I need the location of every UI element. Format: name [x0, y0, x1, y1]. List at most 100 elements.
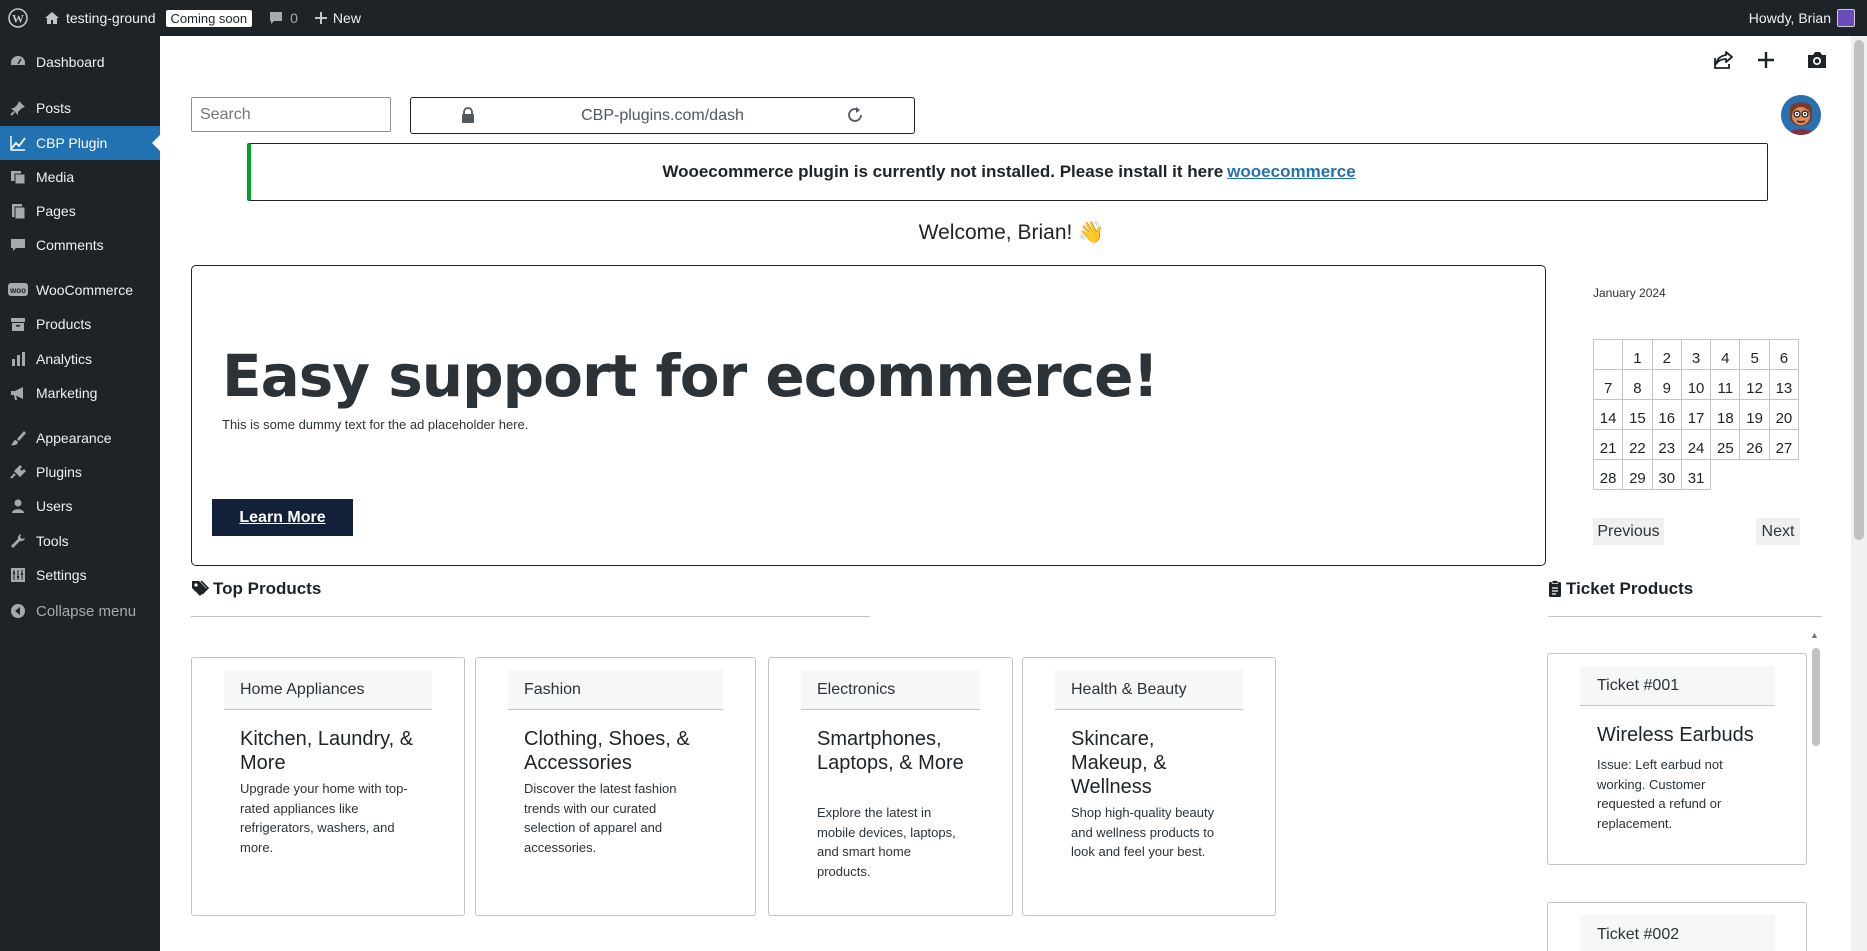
- calendar-day[interactable]: 16: [1651, 399, 1682, 430]
- sidebar-item-posts[interactable]: Posts: [0, 91, 160, 125]
- admin-bar: W testing-ground Coming soon 0 New Howdy…: [0, 0, 1867, 36]
- calendar-day[interactable]: 20: [1768, 399, 1800, 430]
- site-name-link[interactable]: testing-ground Coming soon: [36, 0, 260, 36]
- product-card[interactable]: Electronics Smartphones, Laptops, & More…: [768, 657, 1013, 916]
- pin-icon: [0, 99, 36, 117]
- calendar-day[interactable]: 21: [1592, 429, 1624, 460]
- woocommerce-install-link[interactable]: wooecommerce: [1227, 162, 1356, 182]
- calendar-day[interactable]: 18: [1710, 399, 1741, 430]
- wordpress-logo-icon[interactable]: W: [0, 0, 36, 36]
- page-scrollbar[interactable]: [1854, 40, 1864, 540]
- wrench-icon: [0, 532, 36, 550]
- new-content-link[interactable]: New: [306, 0, 369, 36]
- sidebar-item-woocommerce[interactable]: woo WooCommerce: [0, 273, 160, 307]
- calendar-day[interactable]: 7: [1592, 369, 1624, 400]
- ad-banner: Easy support for ecommerce! This is some…: [191, 265, 1546, 566]
- calendar-day[interactable]: 23: [1651, 429, 1682, 460]
- user-icon: [0, 497, 36, 515]
- scroll-up-arrow-icon[interactable]: ▲: [1810, 630, 1819, 640]
- ticket-list-scrollbar[interactable]: [1812, 648, 1820, 746]
- calendar-day[interactable]: 24: [1680, 429, 1712, 460]
- sidebar-item-tools[interactable]: Tools: [0, 524, 160, 558]
- calendar-day[interactable]: 13: [1768, 369, 1800, 400]
- sidebar-item-cbp-plugin[interactable]: CBP Plugin: [0, 126, 160, 160]
- calendar-day[interactable]: 12: [1739, 369, 1770, 400]
- calendar-day: [1592, 339, 1624, 370]
- collapse-icon: [0, 602, 36, 620]
- sidebar-item-media[interactable]: Media: [0, 160, 160, 194]
- divider: [191, 616, 870, 617]
- product-card[interactable]: Fashion Clothing, Shoes, & Accessories D…: [475, 657, 756, 916]
- url-bar[interactable]: CBP-plugins.com/dash: [410, 97, 915, 134]
- calendar-day[interactable]: 28: [1592, 459, 1624, 490]
- sidebar-item-appearance[interactable]: Appearance: [0, 421, 160, 455]
- sidebar-item-settings[interactable]: Settings: [0, 558, 160, 592]
- sidebar-item-dashboard[interactable]: Dashboard: [0, 45, 160, 79]
- product-description: Upgrade your home with top-rated applian…: [240, 781, 408, 855]
- calendar-day[interactable]: 9: [1651, 369, 1682, 400]
- calendar-day[interactable]: 27: [1768, 429, 1800, 460]
- avatar: [1837, 9, 1855, 27]
- svg-text:W: W: [12, 12, 24, 26]
- svg-text:woo: woo: [9, 286, 26, 295]
- ticket-card[interactable]: Ticket #001 Wireless Earbuds Issue: Left…: [1547, 653, 1807, 865]
- add-icon[interactable]: [1752, 46, 1780, 74]
- sidebar-item-label: Products: [36, 316, 92, 332]
- dashboard-icon: [0, 53, 36, 71]
- home-icon: [44, 10, 60, 26]
- ticket-description: Issue: Left earbud not working. Customer…: [1597, 757, 1723, 831]
- calendar-day: [1740, 460, 1769, 490]
- share-icon[interactable]: [1709, 46, 1737, 74]
- sidebar-item-pages[interactable]: Pages: [0, 194, 160, 228]
- calendar-day[interactable]: 5: [1739, 339, 1770, 370]
- camera-icon[interactable]: [1803, 46, 1831, 74]
- new-label: New: [332, 10, 361, 26]
- sidebar-item-comments[interactable]: Comments: [0, 228, 160, 262]
- calendar-day[interactable]: 26: [1739, 429, 1770, 460]
- sidebar-item-plugins[interactable]: Plugins: [0, 455, 160, 489]
- calendar-next-button[interactable]: Next: [1756, 518, 1800, 545]
- calendar-day[interactable]: 31: [1680, 459, 1712, 490]
- calendar-previous-button[interactable]: Previous: [1593, 518, 1664, 545]
- calendar-day[interactable]: 25: [1710, 429, 1741, 460]
- calendar-day[interactable]: 29: [1622, 459, 1653, 490]
- product-card[interactable]: Health & Beauty Skincare, Makeup, & Well…: [1022, 657, 1276, 916]
- ticket-card[interactable]: Ticket #002: [1547, 902, 1807, 951]
- calendar-day[interactable]: 4: [1710, 339, 1741, 370]
- learn-more-button[interactable]: Learn More: [212, 499, 353, 536]
- calendar-day[interactable]: 6: [1768, 339, 1800, 370]
- calendar-day[interactable]: 8: [1622, 369, 1653, 400]
- reload-icon[interactable]: [846, 106, 864, 129]
- sidebar-item-users[interactable]: Users: [0, 489, 160, 523]
- profile-avatar[interactable]: [1781, 95, 1821, 135]
- calendar-day[interactable]: 15: [1622, 399, 1653, 430]
- sidebar-item-products[interactable]: Products: [0, 307, 160, 341]
- calendar-day[interactable]: 30: [1651, 459, 1682, 490]
- sidebar-item-analytics[interactable]: Analytics: [0, 342, 160, 376]
- sidebar-item-label: WooCommerce: [36, 282, 133, 298]
- calendar-day[interactable]: 3: [1680, 339, 1712, 370]
- collapse-menu-button[interactable]: Collapse menu: [0, 594, 160, 628]
- sidebar-item-marketing[interactable]: Marketing: [0, 376, 160, 410]
- account-menu[interactable]: Howdy, Brian: [1741, 0, 1867, 36]
- calendar-day[interactable]: 10: [1680, 369, 1712, 400]
- calendar-day[interactable]: 1: [1622, 339, 1653, 370]
- calendar-day[interactable]: 22: [1622, 429, 1653, 460]
- calendar-day[interactable]: 14: [1592, 399, 1624, 430]
- product-title: Clothing, Shoes, & Accessories: [524, 728, 690, 774]
- product-title: Kitchen, Laundry, & More: [240, 728, 414, 774]
- calendar-day[interactable]: 11: [1710, 369, 1741, 400]
- calendar-day[interactable]: 2: [1651, 339, 1682, 370]
- product-card[interactable]: Home Appliances Kitchen, Laundry, & More…: [191, 657, 465, 916]
- calendar: 1 2 3 4 5 6 7 8 9 10 11 12 13 14 15 16 17 18 19 20 21 22 23 24 2…: [1592, 339, 1800, 490]
- search-input[interactable]: [191, 97, 391, 132]
- product-title: Smartphones, Laptops, & More: [817, 728, 964, 774]
- calendar-day[interactable]: 19: [1739, 399, 1770, 430]
- sidebar-item-label: Dashboard: [36, 54, 105, 70]
- woo-icon: woo: [0, 283, 36, 297]
- calendar-day[interactable]: 17: [1680, 399, 1712, 430]
- comments-link[interactable]: 0: [260, 0, 306, 36]
- pages-icon: [0, 202, 36, 220]
- sidebar-item-label: Posts: [36, 100, 72, 116]
- main-content: CBP-plugins.com/dash Wooecommerce plugin…: [161, 36, 1867, 951]
